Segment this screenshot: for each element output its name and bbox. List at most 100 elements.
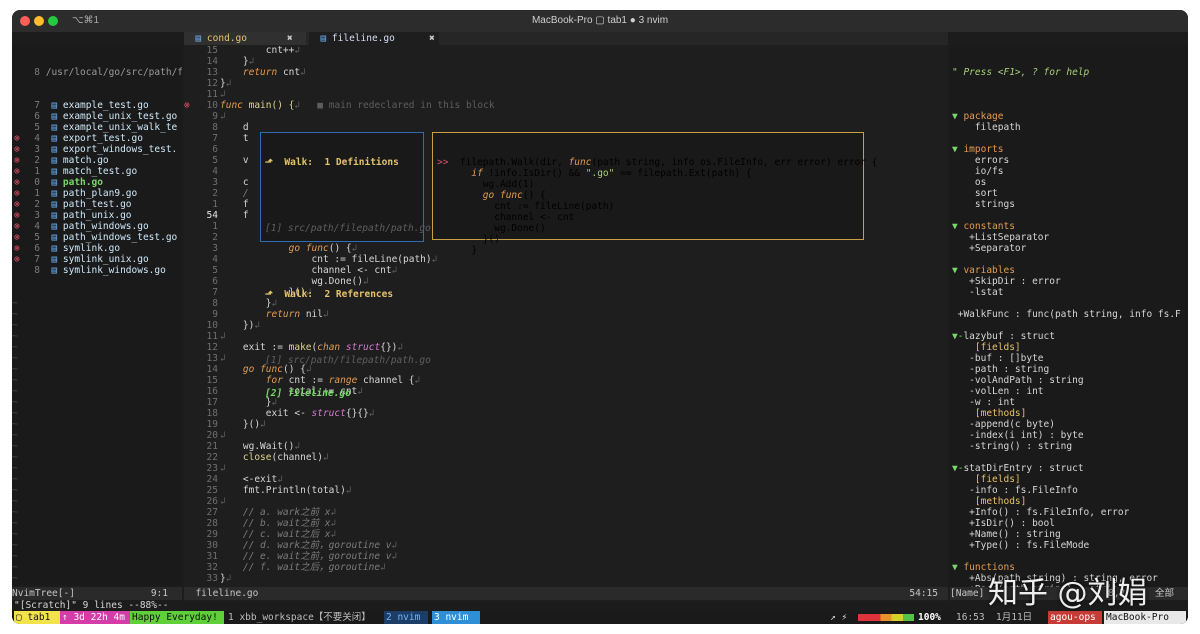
- tree-file-item[interactable]: ⊗ 3 ▤ path_unix.go: [12, 210, 182, 221]
- file-tree[interactable]: 8 /usr/local/go/src/path/f 7 ▤ example_t…: [12, 45, 182, 585]
- code-line[interactable]: <-exit↲: [220, 474, 940, 485]
- code-line[interactable]: cnt++↲: [220, 45, 940, 56]
- code-line[interactable]: // e. wait之前，goroutine v↲: [220, 551, 940, 562]
- code-line[interactable]: // d. wark之前，goroutine v↲: [220, 540, 940, 551]
- tag-text: +WalkFunc : func(path string, info fs.F: [952, 309, 1181, 320]
- tagbar-entry[interactable]: [950, 100, 1188, 111]
- tree-file-item[interactable]: ⊗ 2 ▤ path_test.go: [12, 199, 182, 210]
- code-line[interactable]: }↲: [220, 78, 940, 89]
- tagbar-entry[interactable]: [fields]: [950, 474, 1188, 485]
- tagbar-entry[interactable]: +SkipDir : error: [950, 276, 1188, 287]
- tagbar-entry[interactable]: [950, 210, 1188, 221]
- tagbar-entry[interactable]: -volAndPath : string: [950, 375, 1188, 386]
- tagbar-section[interactable]: ▼-lazybuf : struct: [950, 331, 1188, 342]
- tree-file-item[interactable]: 7 ▤ example_test.go: [12, 100, 182, 111]
- tagbar-entry[interactable]: +Name() : string: [950, 529, 1188, 540]
- code-line[interactable]: fmt.Println(total)↲: [220, 485, 940, 496]
- line-number: 1: [212, 199, 218, 210]
- tree-file-item[interactable]: 5 ▤ example_unix_walk_te: [12, 122, 182, 133]
- tree-file-item[interactable]: ⊗ 0 ▤ path.go: [12, 177, 182, 188]
- tagbar-entry[interactable]: -info : fs.FileInfo: [950, 485, 1188, 496]
- reference-item-selected[interactable]: [2] fileline.go: [261, 388, 423, 399]
- code-line[interactable]: // f. wait之后，goroutine↲: [220, 562, 940, 573]
- code-line[interactable]: wg.Wait()↲: [220, 441, 940, 452]
- tmux-session[interactable]: ▢ tab1: [14, 611, 60, 624]
- tmux-window-1[interactable]: 1 xbb_workspace【不要关闭】: [228, 611, 382, 624]
- tagbar-section[interactable]: ▼ imports: [950, 144, 1188, 155]
- tree-file-item[interactable]: ⊗ 5 ▤ path_windows_test.go: [12, 232, 182, 243]
- tagbar-entry[interactable]: +Type() : fs.FileMode: [950, 540, 1188, 551]
- tree-file-item[interactable]: ⊗ 2 ▤ match.go: [12, 155, 182, 166]
- code-line[interactable]: ↲: [220, 430, 940, 441]
- close-icon[interactable]: ✖: [287, 33, 293, 44]
- tagbar-entry[interactable]: -lstat: [950, 287, 1188, 298]
- code-line[interactable]: ↲: [220, 463, 940, 474]
- tagbar-entry[interactable]: [methods]: [950, 408, 1188, 419]
- tagbar-entry[interactable]: [methods]: [950, 496, 1188, 507]
- tab-cond-go[interactable]: ▤ cond.go ✖: [184, 32, 306, 45]
- tree-file-item[interactable]: ⊗ 1 ▤ path_plan9.go: [12, 188, 182, 199]
- tagbar-entry[interactable]: strings: [950, 199, 1188, 210]
- tagbar-section[interactable]: ▼ constants: [950, 221, 1188, 232]
- tagbar-entry[interactable]: +Info() : fs.FileInfo, error: [950, 507, 1188, 518]
- tagbar-entry[interactable]: [950, 298, 1188, 309]
- tree-file-item[interactable]: 8 ▤ symlink_windows.go: [12, 265, 182, 276]
- tree-file-item[interactable]: ⊗ 7 ▤ symlink_unix.go: [12, 254, 182, 265]
- code-line[interactable]: // a. wark之前 x↲: [220, 507, 940, 518]
- editor-pane[interactable]: ▤ cond.go ✖ ▤ fileline.go ✖ ⊗ 15 14 13 12 11…: [184, 32, 948, 602]
- code-line[interactable]: }↲: [220, 56, 940, 67]
- code-line[interactable]: ↲: [220, 496, 940, 507]
- tagbar-entry[interactable]: os: [950, 177, 1188, 188]
- tagbar-entry[interactable]: -index(i int) : byte: [950, 430, 1188, 441]
- references-popup[interactable]: ⬏ Walk: 1 Definitions [1] src/path/filep…: [260, 132, 431, 399]
- tagbar-entry[interactable]: [950, 133, 1188, 144]
- tree-file-item[interactable]: ⊗ 3 ▤ export_windows_test.: [12, 144, 182, 155]
- tab-fileline-go[interactable]: ▤ fileline.go ✖: [309, 32, 439, 45]
- code-line[interactable]: ↲: [220, 89, 940, 100]
- tagbar-entry[interactable]: errors: [950, 155, 1188, 166]
- tagbar-entry[interactable]: +WalkFunc : func(path string, info fs.F: [950, 309, 1188, 320]
- tagbar-entry[interactable]: [950, 320, 1188, 331]
- tagbar-entry[interactable]: sort: [950, 188, 1188, 199]
- tagbar-entry[interactable]: [950, 452, 1188, 463]
- reference-item[interactable]: [1] src/path/filepath/path.go: [261, 355, 431, 366]
- tagbar-entry[interactable]: -buf : []byte: [950, 353, 1188, 364]
- tagbar-entry[interactable]: +IsDir() : bool: [950, 518, 1188, 529]
- tree-file-item[interactable]: ⊗ 1 ▤ match_test.go: [12, 166, 182, 177]
- tagbar-section[interactable]: ▼ package: [950, 111, 1188, 122]
- tree-file-item[interactable]: ⊗ 4 ▤ export_test.go: [12, 133, 182, 144]
- code-line[interactable]: }↲: [220, 573, 940, 584]
- tagbar-entry[interactable]: -volLen : int: [950, 386, 1188, 397]
- tagbar-pane[interactable]: " Press <F1>, ? for help ▼ package filep…: [950, 45, 1188, 599]
- tree-file-item[interactable]: ⊗ 6 ▤ symlink.go: [12, 243, 182, 254]
- tmux-window-2[interactable]: 2 nvim: [384, 611, 428, 624]
- line-number: 17: [206, 397, 218, 408]
- tagbar-section[interactable]: ▼-statDirEntry : struct: [950, 463, 1188, 474]
- go-file-icon: ▤: [40, 155, 63, 166]
- tree-file-item[interactable]: 6 ▤ example_unix_test.go: [12, 111, 182, 122]
- tagbar-entry[interactable]: io/fs: [950, 166, 1188, 177]
- tmux-window-3[interactable]: 3 nvim: [432, 611, 480, 624]
- tagbar-entry[interactable]: -w : int: [950, 397, 1188, 408]
- tagbar-entry[interactable]: -path : string: [950, 364, 1188, 375]
- tagbar-entry[interactable]: [950, 254, 1188, 265]
- definition-item[interactable]: [1] src/path/filepath/path.go: [261, 223, 431, 234]
- tree-file-item[interactable]: ⊗ 4 ▤ path_windows.go: [12, 221, 182, 232]
- tagbar-entry[interactable]: +ListSeparator: [950, 232, 1188, 243]
- tagbar-section[interactable]: ▼ variables: [950, 265, 1188, 276]
- tagbar-entry[interactable]: [950, 551, 1188, 562]
- tagbar-entry[interactable]: +Separator: [950, 243, 1188, 254]
- code-line[interactable]: close(channel)↲: [220, 452, 940, 463]
- code-line[interactable]: func main() {↲ ■ main redeclared in this…: [220, 100, 940, 111]
- tagbar-entry[interactable]: -string() : string: [950, 441, 1188, 452]
- tagbar-entry[interactable]: -append(c byte): [950, 419, 1188, 430]
- code-line[interactable]: return cnt↲: [220, 67, 940, 78]
- close-icon[interactable]: ✖: [429, 33, 435, 44]
- code-line[interactable]: ↲: [220, 111, 940, 122]
- tag-text: [fields]: [952, 342, 1021, 353]
- tagbar-entry[interactable]: filepath: [950, 122, 1188, 133]
- code-line[interactable]: // b. wait之前 x↲: [220, 518, 940, 529]
- tagbar-entry[interactable]: [fields]: [950, 342, 1188, 353]
- code-line[interactable]: // c. wait之后 x↲: [220, 529, 940, 540]
- tree-root[interactable]: 8 /usr/local/go/src/path/f: [12, 67, 182, 78]
